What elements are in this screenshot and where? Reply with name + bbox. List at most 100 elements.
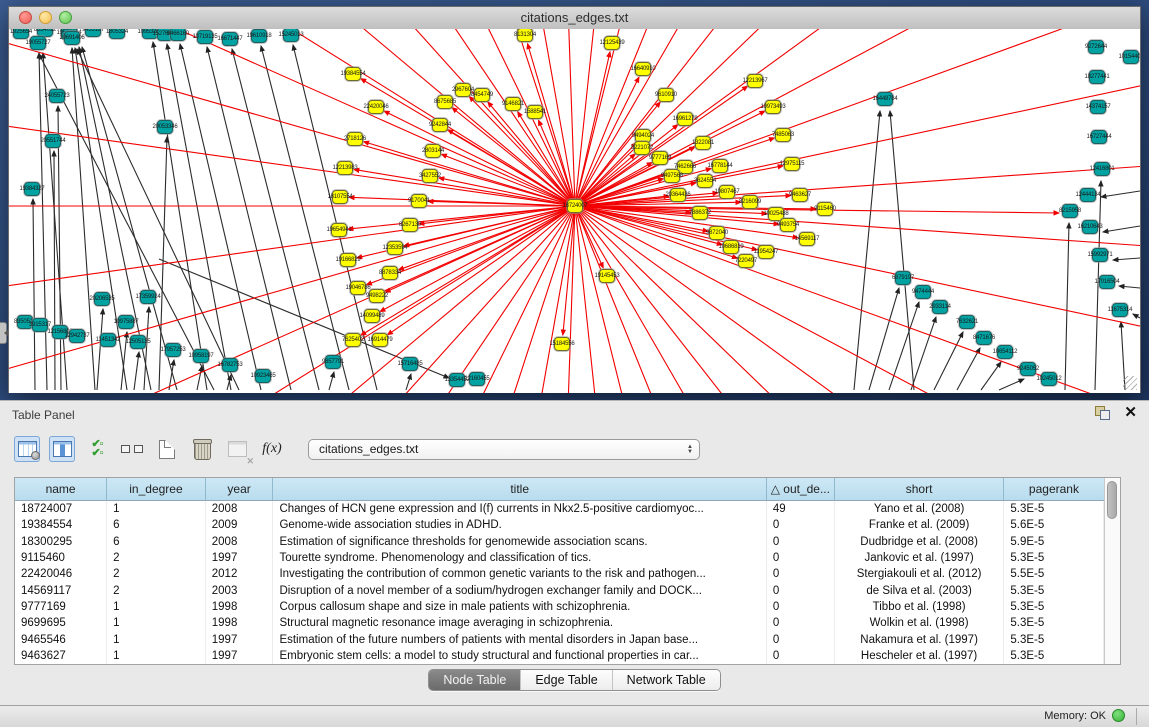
cell-short[interactable]: Wolkin et al. (1998) [834, 615, 1004, 631]
graph-node[interactable]: 17359924 [140, 290, 156, 304]
graph-node-cited[interactable]: 12975115 [784, 157, 800, 171]
graph-node[interactable]: 16727444 [1091, 130, 1107, 144]
graph-node[interactable]: 15992971 [1092, 248, 1108, 262]
memory-ok-icon[interactable] [1112, 709, 1125, 722]
graph-node[interactable]: 9453127 [85, 29, 101, 37]
graph-node[interactable]: 8215958 [1062, 204, 1078, 218]
graph-node[interactable]: 16448784 [877, 92, 893, 106]
graph-node[interactable]: 9474444 [915, 285, 931, 299]
graph-node-cited[interactable]: 3624554 [697, 174, 713, 188]
cell-title[interactable]: Tourette syndrome. Phenomenology and cla… [273, 550, 766, 566]
graph-node-cited[interactable]: 3427552 [422, 169, 438, 183]
cell-pagerank[interactable]: 5.3E-5 [1004, 631, 1104, 647]
graph-node[interactable]: 9466160 [170, 29, 186, 41]
cell-title[interactable]: Embryonic stem cells: a model to study s… [273, 648, 766, 664]
graph-node[interactable]: 17016504 [1099, 275, 1115, 289]
cell-short[interactable]: de Silva et al. (2003) [834, 582, 1004, 598]
cell-pagerank[interactable]: 5.3E-5 [1004, 599, 1104, 615]
network-canvas[interactable]: 1872400719384554224200462718126122139831… [9, 29, 1140, 393]
graph-node[interactable]: 1925654 [13, 29, 29, 39]
cell-title[interactable]: Genome-wide association studies in ADHD. [273, 517, 766, 533]
table-row[interactable]: 2242004622012Investigating the contribut… [15, 566, 1104, 582]
graph-node[interactable]: 19384327 [24, 182, 40, 196]
cell-year[interactable]: 1997 [205, 550, 273, 566]
graph-node[interactable]: 12444134 [1080, 188, 1096, 202]
column-header-in-degree[interactable]: in_degree [107, 478, 206, 501]
new-column-icon[interactable] [154, 436, 180, 462]
cell-title[interactable]: Corpus callosum shape and size in male p… [273, 599, 766, 615]
graph-node[interactable]: 20206535 [94, 292, 110, 306]
graph-node-cited[interactable]: 1588541 [527, 105, 543, 119]
graph-node[interactable]: 15716485 [402, 357, 418, 371]
graph-node[interactable]: 19055727 [30, 36, 46, 50]
cell-title[interactable]: Structural magnetic resonance image aver… [273, 615, 766, 631]
column-header-pagerank[interactable]: pagerank [1004, 478, 1104, 501]
tab-network-table[interactable]: Network Table [613, 670, 720, 690]
graph-node-cited[interactable]: 16640910 [635, 62, 651, 76]
graph-node[interactable]: 7632621 [959, 315, 975, 329]
cell-out-de-[interactable]: 0 [766, 648, 834, 664]
graph-node-cited[interactable]: 19145453 [599, 269, 615, 283]
cell-year[interactable]: 2008 [205, 501, 273, 518]
cell-pagerank[interactable]: 5.5E-5 [1004, 566, 1104, 582]
cell-in-degree[interactable]: 2 [107, 566, 206, 582]
graph-node-cited[interactable]: 19654941 [331, 223, 347, 237]
cell-in-degree[interactable]: 2 [107, 550, 206, 566]
cell-out-de-[interactable]: 0 [766, 517, 834, 533]
graph-node[interactable]: 10958197 [193, 349, 209, 363]
tab-edge-table[interactable]: Edge Table [521, 670, 612, 690]
cell-pagerank[interactable]: 5.3E-5 [1004, 582, 1104, 598]
graph-node-cited[interactable]: 12213967 [747, 74, 763, 88]
cell-name[interactable]: 18724007 [15, 501, 107, 518]
table-row[interactable]: 946554611997Estimation of the future num… [15, 631, 1104, 647]
graph-node[interactable]: 11451342 [100, 333, 116, 347]
cell-name[interactable]: 19384554 [15, 517, 107, 533]
graph-node-cited[interactable]: 14099489 [364, 309, 380, 323]
cell-short[interactable]: Stergiakouli et al. (2012) [834, 566, 1004, 582]
table-row[interactable]: 969969511998Structural magnetic resonanc… [15, 615, 1104, 631]
graph-node-cited[interactable]: 9777169 [652, 151, 668, 165]
graph-node[interactable]: 17957253 [165, 343, 181, 357]
graph-node-cited[interactable]: 12213983 [337, 161, 353, 175]
graph-node-cited[interactable]: 7625402 [345, 333, 361, 347]
column-header-out-de-[interactable]: △ out_de... [766, 478, 834, 501]
cell-in-degree[interactable]: 6 [107, 517, 206, 533]
cell-out-de-[interactable]: 0 [766, 566, 834, 582]
table-row[interactable]: 1938455462009Genome-wide association stu… [15, 517, 1104, 533]
cell-year[interactable]: 1998 [205, 599, 273, 615]
graph-node[interactable]: 20691406 [64, 31, 80, 45]
graph-node-cited[interactable]: 12125439 [604, 36, 620, 50]
graph-node[interactable]: 10923465 [255, 369, 271, 383]
graph-node-cited[interactable]: 19046786 [350, 281, 366, 295]
window-titlebar[interactable]: citations_edges.txt [9, 7, 1140, 30]
graph-node[interactable]: 12160455 [469, 372, 485, 386]
graph-node-cited[interactable]: 18724007 [567, 199, 583, 213]
cell-in-degree[interactable]: 1 [107, 599, 206, 615]
cell-name[interactable]: 9463627 [15, 648, 107, 664]
table-row[interactable]: 1830029562008Estimation of significance … [15, 534, 1104, 550]
cell-in-degree[interactable]: 2 [107, 582, 206, 598]
column-header-title[interactable]: title [273, 478, 766, 501]
graph-node-cited[interactable]: 1322081 [695, 136, 711, 150]
cell-name[interactable]: 22420046 [15, 566, 107, 582]
tab-node-table[interactable]: Node Table [429, 670, 521, 690]
graph-node-cited[interactable]: 9498222 [369, 289, 385, 303]
cell-year[interactable]: 2009 [205, 517, 273, 533]
graph-node-cited[interactable]: 12353594 [387, 241, 403, 255]
graph-node-cited[interactable]: 8454749 [474, 88, 490, 102]
cell-year[interactable]: 1997 [205, 648, 273, 664]
cell-name[interactable]: 14569117 [15, 582, 107, 598]
graph-node[interactable]: 8471676 [976, 331, 992, 345]
graph-node[interactable]: 3915317 [32, 318, 48, 332]
cell-year[interactable]: 2003 [205, 582, 273, 598]
select-columns-icon[interactable]: ✔▫✔▫ [84, 436, 110, 462]
graph-node[interactable]: 19610918 [251, 29, 267, 43]
graph-node[interactable]: 20551744 [45, 134, 61, 148]
cell-out-de-[interactable]: 0 [766, 582, 834, 598]
graph-node[interactable]: 10654112 [997, 345, 1013, 359]
cell-in-degree[interactable]: 1 [107, 648, 206, 664]
cell-year[interactable]: 1998 [205, 615, 273, 631]
graph-node[interactable]: 1805324 [109, 29, 125, 39]
cell-name[interactable]: 9115460 [15, 550, 107, 566]
column-header-name[interactable]: name [15, 478, 107, 501]
